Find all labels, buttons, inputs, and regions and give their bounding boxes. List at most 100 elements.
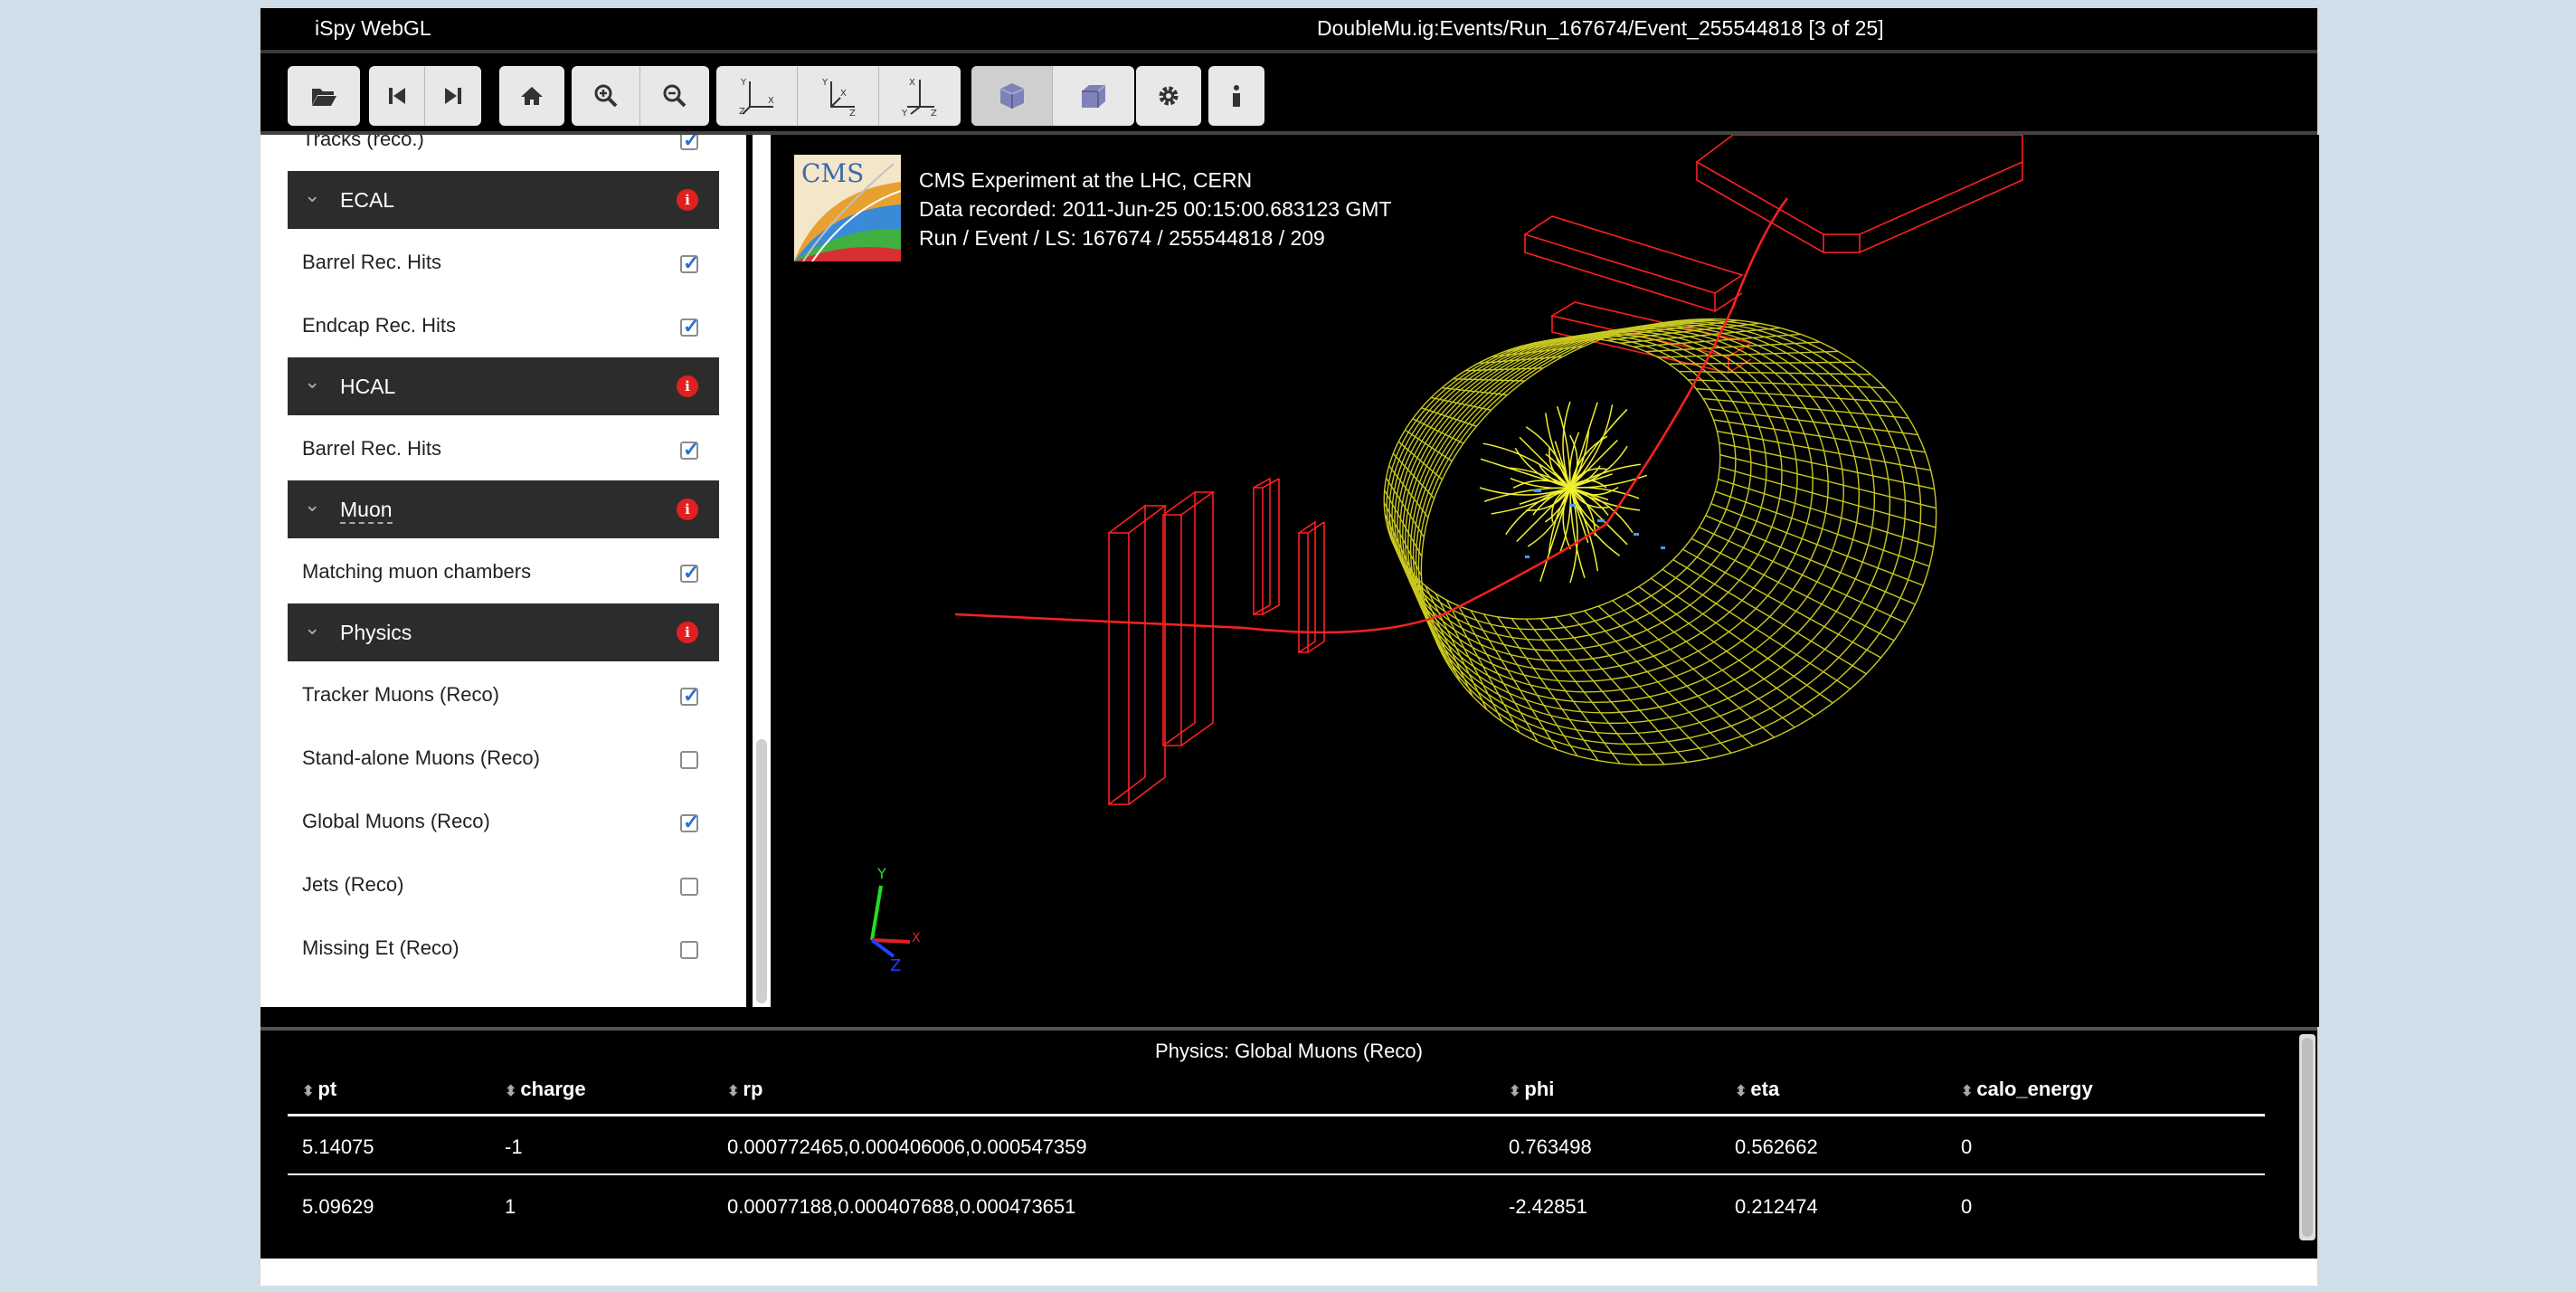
axis-label-y: Y [876, 865, 886, 882]
table-footer [260, 1259, 2317, 1286]
axis-label-z: Z [890, 956, 901, 975]
tree-item-jets[interactable]: Jets (Reco) [288, 853, 719, 913]
settings-group [1136, 66, 1201, 126]
ecal-spoke [1445, 599, 1520, 733]
ecal-barrel-wireframe [1383, 318, 1937, 766]
cms-logo-text: CMS [801, 158, 864, 188]
settings-button[interactable] [1136, 66, 1201, 126]
tree-item-missing-et[interactable]: Missing Et (Reco) [288, 917, 719, 976]
global-muon-track [954, 197, 1789, 634]
tree-item-checkbox[interactable] [680, 751, 698, 769]
view-yz-button[interactable]: X Y Z [879, 66, 961, 126]
scrollbar-thumb[interactable] [756, 739, 767, 1003]
tree-item-label: Global Muons (Reco) [302, 810, 490, 832]
view-projection-group: Y X Z Y X Z X Y Z [716, 66, 961, 126]
tree-item-checkbox[interactable] [680, 811, 699, 834]
svg-text:X: X [909, 78, 915, 88]
tree-item-checkbox[interactable] [680, 315, 699, 338]
section-header-physics[interactable]: ⌄ Physics i [288, 603, 719, 661]
event-title: DoubleMu.ig:Events/Run_167674/Event_2555… [1317, 16, 1884, 40]
ecal-spoke [1389, 537, 1434, 632]
svg-text:X: X [840, 89, 847, 99]
svg-text:Y: Y [901, 109, 908, 116]
cell-eta: 0.562662 [1735, 1135, 1818, 1158]
section-header-hcal[interactable]: ⌄ HCAL i [288, 357, 719, 415]
chevron-down-icon: ⌄ [304, 493, 321, 516]
tree-item-checkbox[interactable] [680, 438, 699, 461]
section-header-muon[interactable]: ⌄ Muon i [288, 480, 719, 538]
camera-group [971, 66, 1134, 126]
ecal-ring [1409, 323, 1876, 725]
ispy-window: iSpy WebGL DoubleMu.ig:Events/Run_167674… [259, 6, 2319, 1286]
column-header-calo-energy[interactable]: ⬍ calo_energy [1961, 1078, 2093, 1101]
column-header-charge[interactable]: ⬍ charge [505, 1078, 586, 1101]
event-info: CMS Experiment at the LHC, CERN Data rec… [919, 166, 1392, 252]
cell-charge: 1 [505, 1195, 516, 1218]
cube-perspective-icon [999, 83, 1024, 109]
run-event-line: Run / Event / LS: 167674 / 255544818 / 2… [919, 226, 1325, 250]
tree-item-tracker-muons[interactable]: Tracker Muons (Reco) [288, 663, 719, 723]
zoom-out-button[interactable] [640, 66, 709, 126]
info-icon[interactable]: i [677, 622, 698, 643]
tree-item-checkbox[interactable] [680, 561, 699, 584]
tree-item-checkbox[interactable] [680, 941, 698, 959]
tree-item-global-muons[interactable]: Global Muons (Reco) [288, 790, 719, 850]
view-zx-button[interactable]: Y X Z [798, 66, 879, 126]
info-icon[interactable]: i [677, 375, 698, 397]
reset-view-button[interactable] [499, 66, 564, 126]
tree-sidebar: Tracks (reco.) ⌄ ECAL i Barrel Rec. Hits… [260, 135, 746, 1007]
section-title: ECAL [340, 188, 395, 212]
cell-phi: 0.763498 [1509, 1135, 1592, 1158]
cell-phi: -2.42851 [1509, 1195, 1587, 1218]
open-file-button[interactable] [288, 66, 360, 126]
tree-item-tracks[interactable]: Tracks (reco.) [288, 135, 719, 167]
ecal-spoke [1715, 490, 1930, 567]
next-event-button[interactable] [425, 66, 481, 126]
muon-chambers-left [1108, 477, 1325, 806]
tree-item-standalone-muons[interactable]: Stand-alone Muons (Reco) [288, 727, 719, 786]
table-scrollbar[interactable] [2299, 1034, 2316, 1240]
ecal-ring [1405, 327, 1844, 703]
tree-item-ecal-barrel[interactable]: Barrel Rec. Hits [288, 231, 719, 290]
scrollbar-thumb[interactable] [2302, 1038, 2313, 1237]
zoom-in-button[interactable] [572, 66, 640, 126]
sort-icon: ⬍ [1961, 1084, 1974, 1099]
event-nav-group [369, 66, 481, 126]
previous-event-button[interactable] [369, 66, 425, 126]
axes-gizmo: Y X Z [870, 865, 921, 975]
sort-icon: ⬍ [1509, 1084, 1521, 1099]
column-header-rp[interactable]: ⬍ rp [727, 1078, 762, 1101]
sort-icon: ⬍ [505, 1084, 517, 1099]
tree-item-checkbox[interactable] [680, 135, 699, 152]
event-display-canvas[interactable]: Y X Z CMS CMS Experiment at the LHC, CER… [774, 135, 2319, 1027]
column-header-eta[interactable]: ⬍ eta [1735, 1078, 1779, 1101]
cell-pt: 5.09629 [302, 1195, 374, 1218]
ecal-spoke [1650, 577, 1833, 704]
info-icon [1233, 85, 1240, 107]
skip-back-icon [388, 88, 405, 104]
app-title: iSpy WebGL [315, 16, 431, 40]
info-icon[interactable]: i [677, 189, 698, 211]
axes-yz-icon: X Y Z [901, 78, 937, 116]
perspective-button[interactable] [971, 66, 1053, 126]
tree-item-checkbox[interactable] [680, 252, 699, 275]
view-xy-button[interactable]: Y X Z [716, 66, 798, 126]
ecal-spoke [1668, 361, 1855, 365]
tree-item-hcal-barrel[interactable]: Barrel Rec. Hits [288, 417, 719, 477]
section-header-ecal[interactable]: ⌄ ECAL i [288, 171, 719, 229]
column-header-phi[interactable]: ⬍ phi [1509, 1078, 1554, 1101]
orthographic-button[interactable] [1053, 66, 1134, 126]
sidebar-scrollbar[interactable] [753, 135, 771, 1007]
tree-item-muon-chambers[interactable]: Matching muon chambers [288, 540, 719, 600]
tree-item-checkbox[interactable] [680, 684, 699, 708]
tree-item-checkbox[interactable] [680, 878, 698, 896]
info-button[interactable] [1208, 66, 1264, 126]
tree-item-label: Barrel Rec. Hits [302, 437, 442, 460]
tree-item-ecal-endcap[interactable]: Endcap Rec. Hits [288, 294, 719, 354]
info-icon[interactable]: i [677, 499, 698, 520]
column-header-pt[interactable]: ⬍ pt [302, 1078, 336, 1101]
chevron-down-icon: ⌄ [304, 616, 321, 639]
ecal-spoke [1392, 452, 1435, 499]
cube-orthographic-icon [1082, 84, 1106, 108]
home-group [499, 66, 564, 126]
